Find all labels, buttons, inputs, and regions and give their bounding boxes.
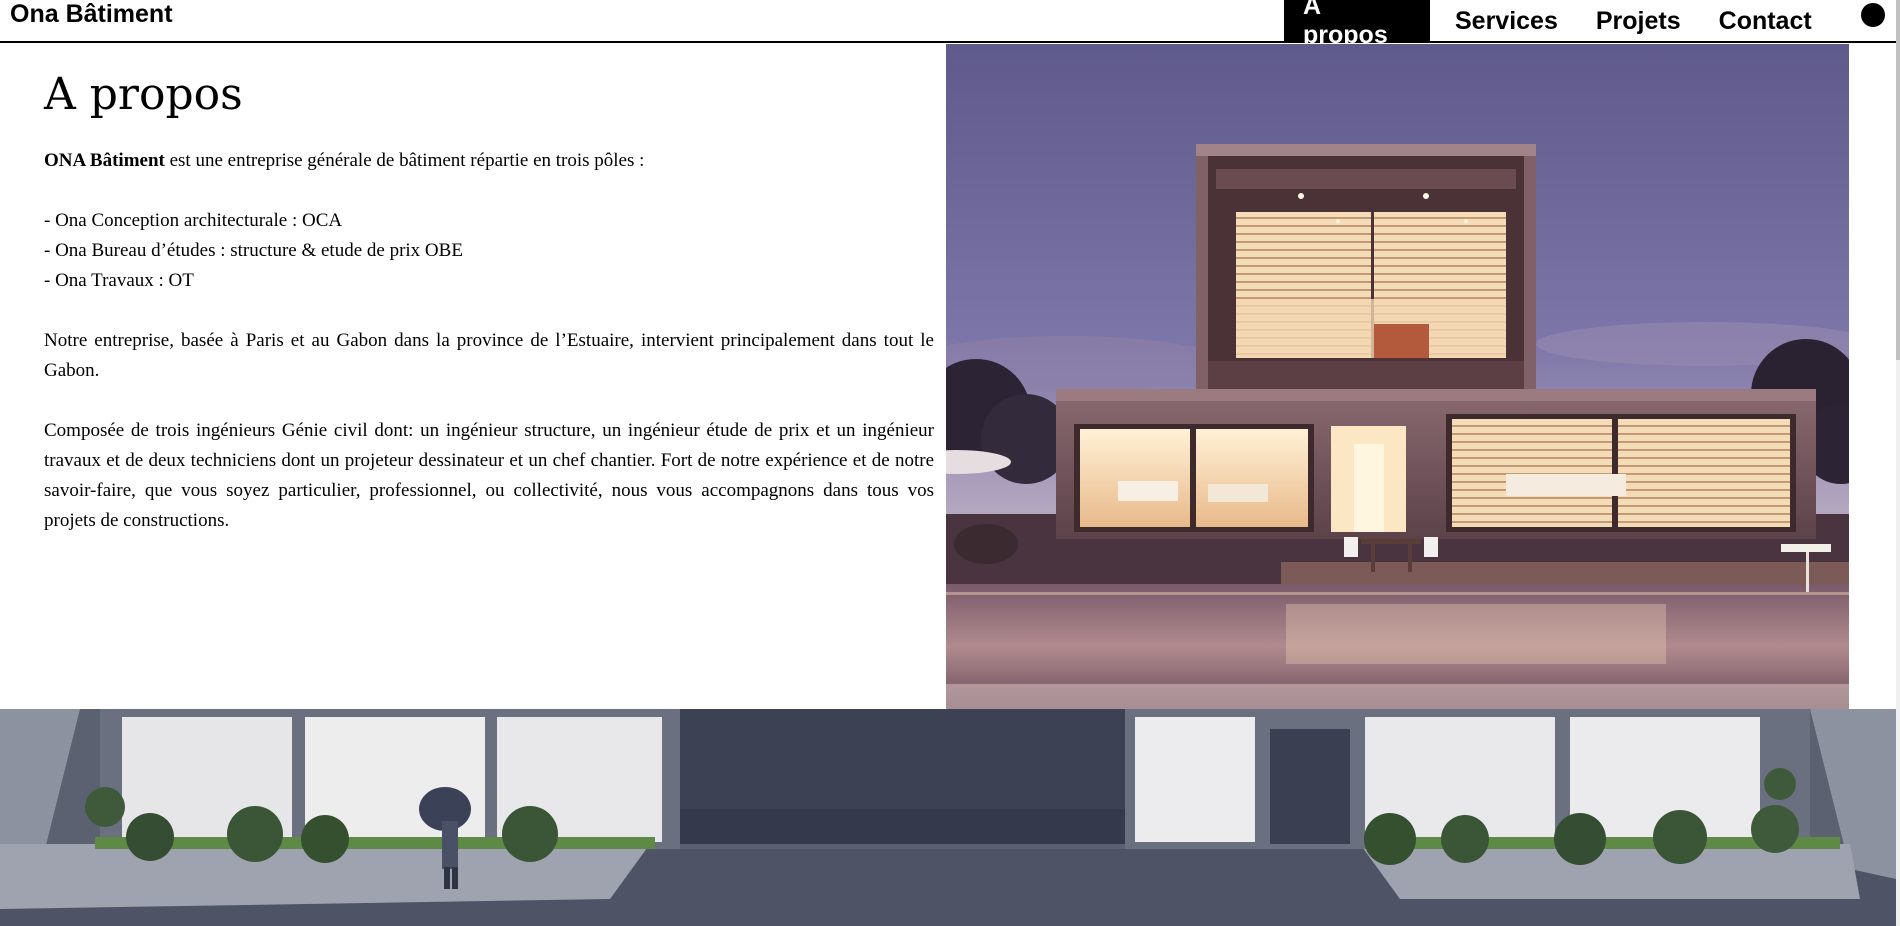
scrollbar-thumb[interactable] — [1896, 0, 1900, 360]
about-section: A propos ONA Bâtiment est une entreprise… — [44, 60, 934, 536]
nav-item-contact[interactable]: Contact — [1706, 0, 1825, 42]
main-nav: A propos Services Projets Contact — [1284, 0, 1825, 49]
facade-render-banner — [0, 709, 1896, 926]
menu-dot-icon[interactable] — [1861, 3, 1885, 27]
nav-item-a-propos[interactable]: A propos — [1284, 0, 1430, 49]
company-name: ONA Bâtiment — [44, 150, 165, 171]
about-intro-text: est une entreprise générale de bâtiment … — [164, 150, 645, 171]
pole-item: - Ona Travaux : OT — [44, 270, 194, 291]
pole-item: - Ona Conception architecturale : OCA — [44, 210, 343, 231]
page-scrollbar[interactable] — [1896, 0, 1900, 926]
nav-item-projets[interactable]: Projets — [1583, 0, 1694, 42]
site-brand[interactable]: Ona Bâtiment — [10, 1, 173, 28]
house-photo — [946, 44, 1849, 709]
about-intro: ONA Bâtiment est une entreprise générale… — [44, 146, 934, 176]
about-paragraph-location: Notre entreprise, basée à Paris et au Ga… — [44, 330, 934, 381]
nav-item-services[interactable]: Services — [1442, 0, 1571, 42]
pole-item: - Ona Bureau d’études : structure & etud… — [44, 240, 463, 261]
about-title: A propos — [44, 69, 243, 120]
top-navigation-bar: Ona Bâtiment A propos Services Projets C… — [0, 0, 1896, 49]
about-paragraph-team: Composée de trois ingénieurs Génie civil… — [44, 420, 934, 531]
